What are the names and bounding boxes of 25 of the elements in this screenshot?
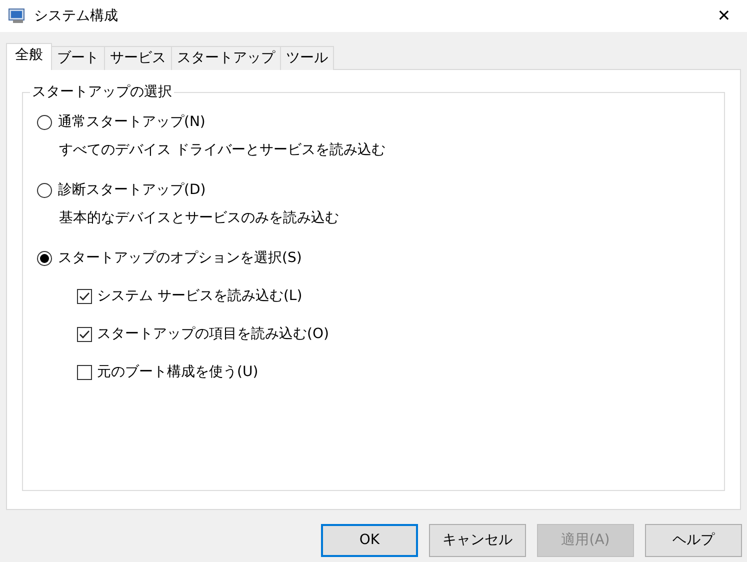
tab[interactable]: ツール — [280, 46, 334, 70]
window-title: システム構成 — [34, 6, 118, 26]
close-button[interactable]: ✕ — [701, 0, 747, 32]
radio-label[interactable]: スタートアップのオプションを選択(S) — [58, 248, 302, 268]
option-description: すべてのデバイス ドライバーとサービスを読み込む — [59, 141, 386, 160]
tab[interactable]: サービス — [104, 46, 172, 70]
checkbox-label[interactable]: スタートアップの項目を読み込む(O) — [97, 324, 329, 344]
dialog-button[interactable]: キャンセル — [429, 524, 526, 557]
radio-button[interactable] — [37, 250, 52, 266]
radio-label[interactable]: 通常スタートアップ(N) — [58, 112, 206, 132]
checkbox[interactable] — [77, 326, 92, 342]
radio-label[interactable]: 診断スタートアップ(D) — [58, 180, 206, 200]
dialog-button[interactable]: OK — [321, 524, 418, 557]
radio-button[interactable] — [37, 114, 52, 130]
checkbox[interactable] — [77, 288, 92, 304]
option-description: 基本的なデバイスとサービスのみを読み込む — [59, 209, 340, 228]
tab[interactable]: スタートアップ — [171, 46, 281, 70]
checkbox[interactable] — [77, 364, 92, 380]
dialog-button[interactable]: ヘルプ — [645, 524, 742, 557]
checkbox-label[interactable]: システム サービスを読み込む(L) — [97, 286, 302, 306]
radio-button[interactable] — [37, 182, 52, 198]
tab[interactable]: ブート — [51, 46, 105, 70]
tab[interactable]: 全般 — [6, 43, 52, 70]
app-icon — [8, 8, 26, 24]
checkbox-label[interactable]: 元のブート構成を使う(U) — [97, 362, 258, 382]
